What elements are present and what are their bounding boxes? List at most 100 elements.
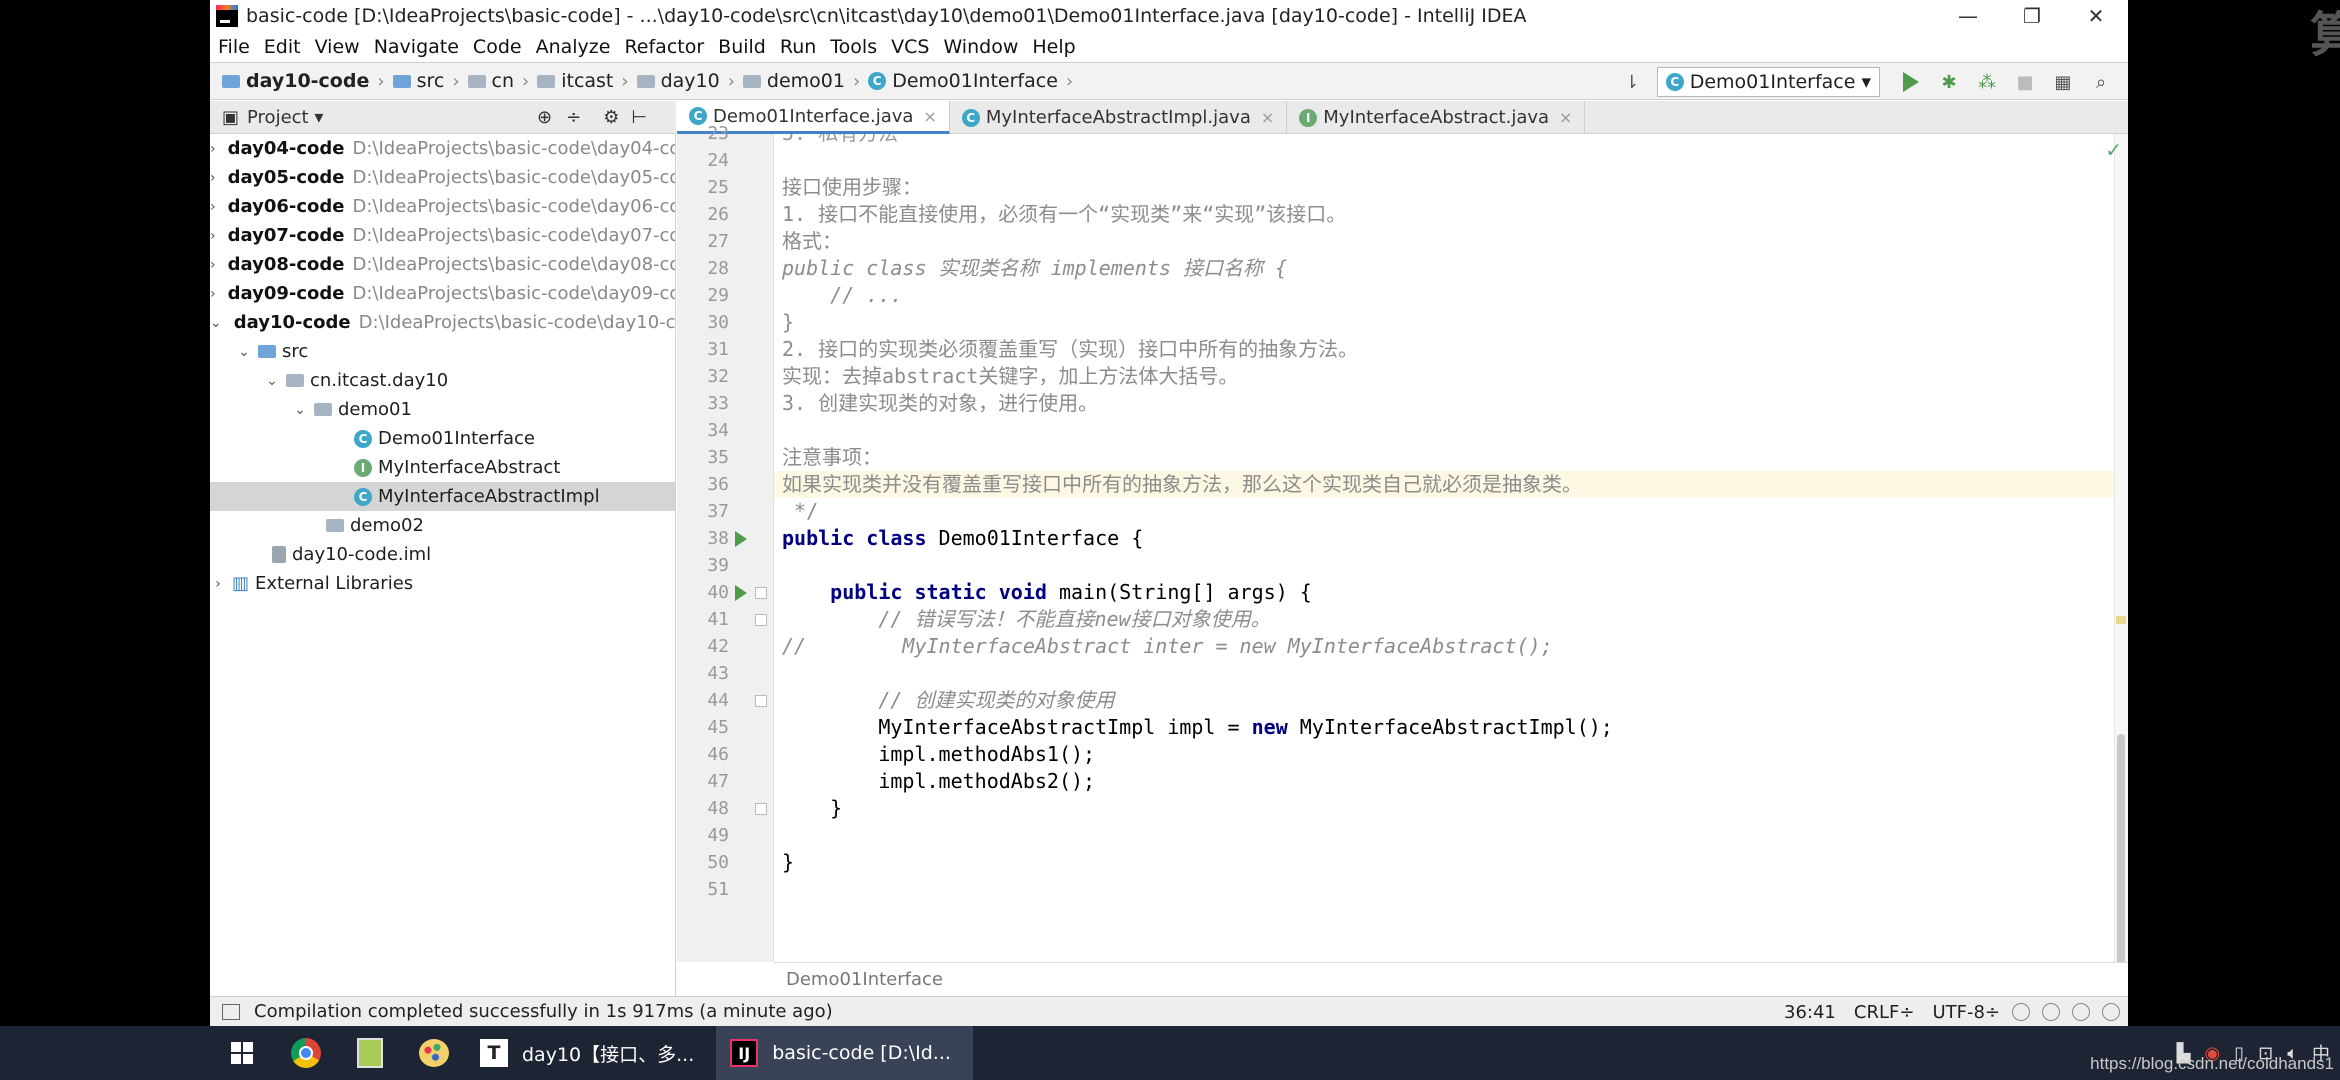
tab-myinterfaceabstract[interactable]: I MyInterfaceAbstract.java × (1287, 101, 1586, 134)
event-log-icon[interactable] (2102, 1003, 2120, 1021)
settings-gear-icon[interactable]: ⚙ (603, 107, 619, 128)
run-gutter-icon[interactable] (735, 531, 747, 547)
close-tab-icon[interactable]: × (923, 107, 936, 126)
notepad-taskbar-app[interactable] (338, 1026, 402, 1080)
menu-tools[interactable]: Tools (830, 36, 877, 58)
coverage-icon[interactable]: ⁂ (1975, 70, 1999, 94)
code-line: // ... (782, 283, 903, 307)
git-icon[interactable] (2042, 1003, 2060, 1021)
crumb-class[interactable]: C Demo01Interface (868, 70, 1058, 92)
tree-node-demo01interface[interactable]: C Demo01Interface (210, 424, 675, 453)
file-encoding[interactable]: UTF-8÷ (1932, 1002, 2000, 1023)
close-tab-icon[interactable]: × (1261, 108, 1274, 127)
menu-build[interactable]: Build (718, 36, 766, 58)
build-icon[interactable]: ⇂ (1620, 70, 1644, 94)
menu-refactor[interactable]: Refactor (624, 36, 704, 58)
menu-code[interactable]: Code (473, 36, 522, 58)
crumb-cn[interactable]: cn (467, 70, 514, 92)
menu-file[interactable]: File (218, 36, 250, 58)
tree-node-myinterfaceabstract[interactable]: I MyInterfaceAbstract (210, 453, 675, 482)
fold-icon[interactable] (755, 614, 767, 626)
run-config-select[interactable]: C Demo01Interface ▾ (1656, 67, 1880, 97)
tree-node-day09[interactable]: › day09-code D:\IdeaProjects\basic-code\da… (210, 279, 675, 308)
line-number: 35 (707, 447, 729, 468)
tree-node-src[interactable]: ⌄ src (210, 337, 675, 366)
tree-node-package[interactable]: ⌄ cn.itcast.day10 (210, 366, 675, 395)
status-bar: Compilation completed successfully in 1s… (210, 996, 2128, 1026)
run-gutter-icon[interactable] (735, 585, 747, 601)
line-number: 34 (707, 420, 729, 441)
editor-breadcrumb[interactable]: Demo01Interface (774, 962, 2128, 996)
code-line: // 创建实现类的对象使用 (782, 688, 1115, 712)
hide-panel-icon[interactable]: ⊢ (631, 107, 647, 128)
taskbar-window-intellij[interactable]: IJ basic-code [D:\Id... (716, 1026, 973, 1080)
crumb-day10[interactable]: day10 (636, 70, 720, 92)
tree-node-demo01[interactable]: ⌄ demo01 (210, 395, 675, 424)
code-line: 格式： (782, 229, 842, 253)
lock-icon[interactable] (2012, 1003, 2030, 1021)
toggle-tool-windows-icon[interactable] (222, 1003, 240, 1020)
menu-help[interactable]: Help (1032, 36, 1075, 58)
tree-node-day04[interactable]: › day04-code D:\IdeaProjects\basic-code\da… (210, 134, 675, 163)
line-number: 46 (707, 744, 729, 765)
tree-node-day08[interactable]: › day08-code D:\IdeaProjects\basic-code\da… (210, 250, 675, 279)
menu-analyze[interactable]: Analyze (536, 36, 611, 58)
paint-taskbar-app[interactable] (402, 1026, 466, 1080)
inspector-icon[interactable] (2072, 1003, 2090, 1021)
menu-vcs[interactable]: VCS (891, 36, 929, 58)
crumb-itcast[interactable]: itcast (537, 70, 613, 92)
search-icon[interactable]: ⌕ (2089, 70, 2113, 94)
fold-icon[interactable] (755, 587, 767, 599)
menu-run[interactable]: Run (780, 36, 816, 58)
locate-icon[interactable]: ⊕ (537, 107, 552, 128)
status-message[interactable]: Compilation completed successfully in 1s… (254, 1001, 833, 1022)
close-button[interactable]: ✕ (2064, 0, 2128, 32)
line-number: 29 (707, 285, 729, 306)
maximize-button[interactable]: ❐ (2000, 0, 2064, 32)
tree-node-day06[interactable]: › day06-code D:\IdeaProjects\basic-code\da… (210, 192, 675, 221)
chrome-taskbar-app[interactable] (274, 1026, 338, 1080)
menu-window[interactable]: Window (943, 36, 1018, 58)
project-view-icon: ▣ (222, 106, 240, 128)
crumb-src[interactable]: src (392, 70, 444, 92)
editor-scrollbar[interactable] (2114, 134, 2128, 1026)
start-button[interactable] (210, 1026, 274, 1080)
collapse-icon[interactable]: ÷ (566, 107, 581, 128)
minimize-button[interactable]: — (1936, 0, 2000, 32)
line-number: 45 (707, 717, 729, 738)
taskbar-window-typora[interactable]: Tday10【接口、多... (466, 1026, 716, 1080)
menu-view[interactable]: View (315, 36, 360, 58)
crumb-demo01[interactable]: demo01 (742, 70, 845, 92)
tree-node-myinterfaceabstractimpl[interactable]: C MyInterfaceAbstractImpl (210, 482, 675, 511)
editor-gutter: 23 24 25 26 27 28 29 30 31 32 33 34 35 36 37 38 39 40 41 42… (677, 123, 774, 962)
code-editor[interactable]: 5. 私有方法接口使用步骤： 1. 接口不能直接使用，必须有一个“实现类”来“实现… (774, 134, 2128, 962)
stop-icon[interactable]: ■ (2013, 70, 2037, 94)
code-line: */ (782, 499, 819, 523)
run-icon[interactable] (1899, 70, 1923, 94)
fold-icon[interactable] (755, 695, 767, 707)
fold-icon[interactable] (755, 803, 767, 815)
menu-edit[interactable]: Edit (264, 36, 301, 58)
project-view-select[interactable]: Project ▾ (247, 107, 497, 128)
line-separator[interactable]: CRLF÷ (1854, 1002, 1915, 1023)
tab-myinterfaceabstractimpl[interactable]: C MyInterfaceAbstractImpl.java × (950, 101, 1288, 134)
menu-navigate[interactable]: Navigate (374, 36, 459, 58)
crumb-module[interactable]: day10-code (222, 70, 369, 92)
tree-node-day10[interactable]: ⌄ day10-code D:\IdeaProjects\basic-code\da… (210, 308, 675, 337)
tree-node-demo02[interactable]: demo02 (210, 511, 675, 540)
debug-icon[interactable]: ✱ (1937, 70, 1961, 94)
class-icon: C (1665, 73, 1684, 91)
tree-node-external-libraries[interactable]: › ▥ External Libraries (210, 569, 675, 598)
close-tab-icon[interactable]: × (1559, 108, 1572, 127)
line-number: 38 (707, 528, 729, 549)
code-line: 2. 接口的实现类必须覆盖重写（实现）接口中所有的抽象方法。 (782, 337, 1359, 361)
tree-node-day05[interactable]: › day05-code D:\IdeaProjects\basic-code\da… (210, 163, 675, 192)
line-number: 27 (707, 231, 729, 252)
intellij-window: basic-code [D:\IdeaProjects\basic-code] … (210, 0, 2128, 1026)
project-structure-icon[interactable]: ▦ (2051, 70, 2075, 94)
code-line: 1. 接口不能直接使用，必须有一个“实现类”来“实现”该接口。 (782, 202, 1347, 226)
package-icon (636, 74, 655, 88)
tree-node-day07[interactable]: › day07-code D:\IdeaProjects\basic-code\da… (210, 221, 675, 250)
tree-node-iml[interactable]: day10-code.iml (210, 540, 675, 569)
caret-position[interactable]: 36:41 (1784, 1002, 1836, 1023)
